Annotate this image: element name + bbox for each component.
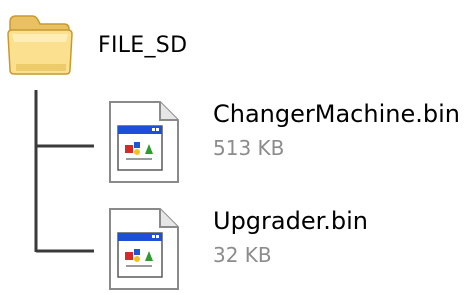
- file-size: 32 KB: [213, 243, 272, 267]
- file-name: ChangerMachine.bin: [213, 100, 460, 128]
- folder-item[interactable]: FILE_SD: [6, 5, 246, 83]
- application-window-icon: [109, 101, 179, 183]
- file-size: 513 KB: [213, 136, 285, 160]
- folder-icon: [7, 15, 73, 75]
- folder-name: FILE_SD: [98, 33, 188, 58]
- file-item[interactable]: ChangerMachine.bin 513 KB: [104, 98, 475, 188]
- application-window-icon: [109, 208, 179, 290]
- file-name: Upgrader.bin: [213, 207, 369, 235]
- file-item[interactable]: Upgrader.bin 32 KB: [104, 205, 475, 295]
